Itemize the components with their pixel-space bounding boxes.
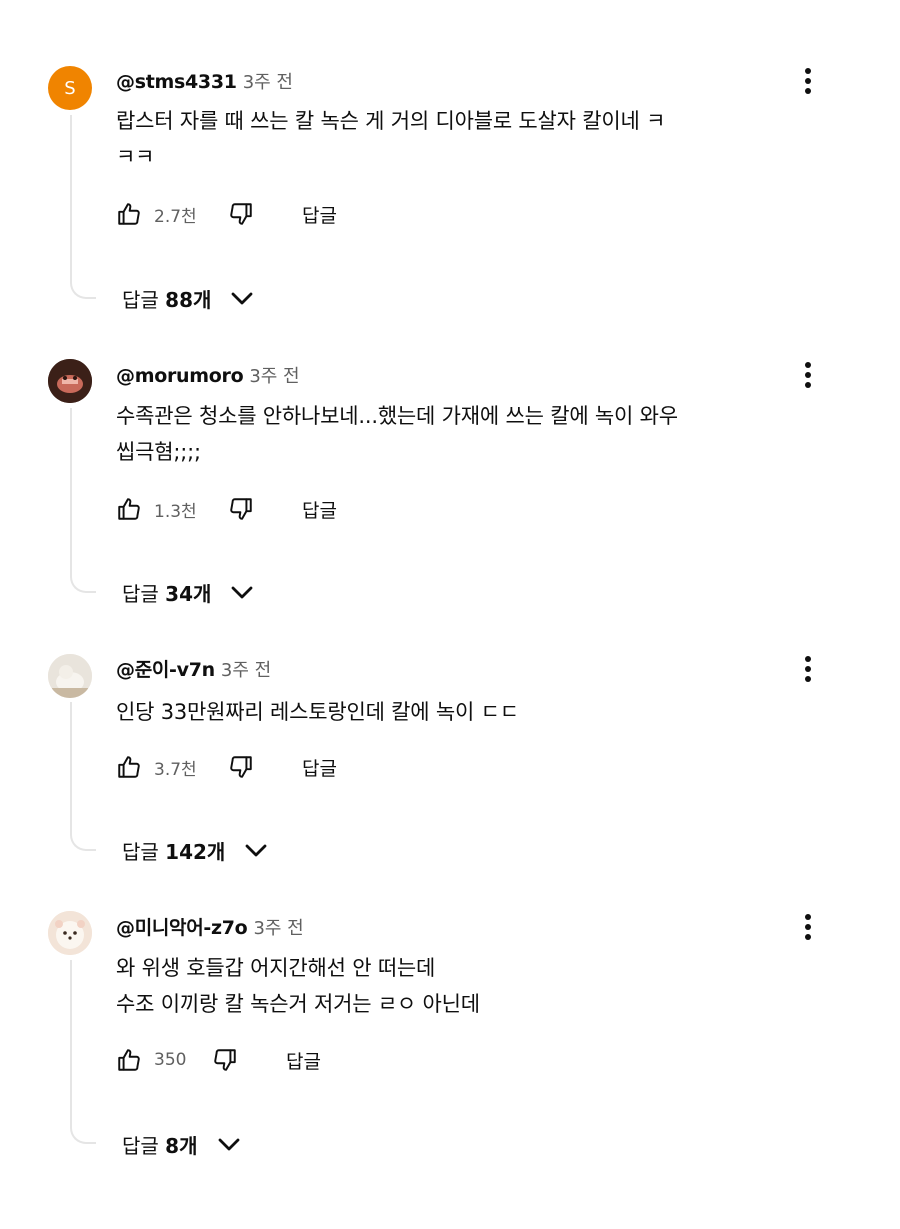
comment-text-line: 수조 이끼랑 칼 녹슨거 저거는 ㄹㅇ 아닌데: [116, 992, 480, 1016]
more-options-button[interactable]: [796, 907, 820, 947]
like-count: 350: [154, 1050, 187, 1070]
comment-text: 와 위생 호들갑 어지간해선 안 떠는데 수조 이끼랑 칼 녹슨거 저거는 ㄹㅇ…: [116, 950, 856, 1022]
comment-header: @미니악어-z7o 3주 전: [116, 916, 304, 941]
thumbs-up-icon: [118, 1049, 140, 1071]
reply-button[interactable]: 답글: [286, 1047, 321, 1074]
avatar[interactable]: [48, 911, 92, 955]
dislike-button[interactable]: [210, 1045, 240, 1075]
view-replies-button[interactable]: 답글 8개: [122, 1126, 242, 1162]
thumbs-down-icon: [214, 1049, 236, 1071]
comment-text-line: 와 위생 호들갑 어지간해선 안 떠는데: [116, 956, 436, 980]
comment-item: @미니악어-z7o 3주 전 와 위생 호들갑 어지간해선 안 떠는데 수조 이끼…: [0, 0, 900, 1229]
avatar-image: [48, 911, 92, 955]
comment-actions: 350 답글: [114, 1042, 321, 1078]
comment-username[interactable]: @미니악어-z7o: [116, 917, 248, 939]
replies-count: 8개: [165, 1133, 198, 1158]
replies-label: 답글: [122, 1133, 159, 1158]
comment-time[interactable]: 3주 전: [253, 918, 303, 939]
chevron-down-icon: [216, 1134, 242, 1154]
like-button[interactable]: [114, 1045, 144, 1075]
thread-line: [70, 960, 96, 1144]
